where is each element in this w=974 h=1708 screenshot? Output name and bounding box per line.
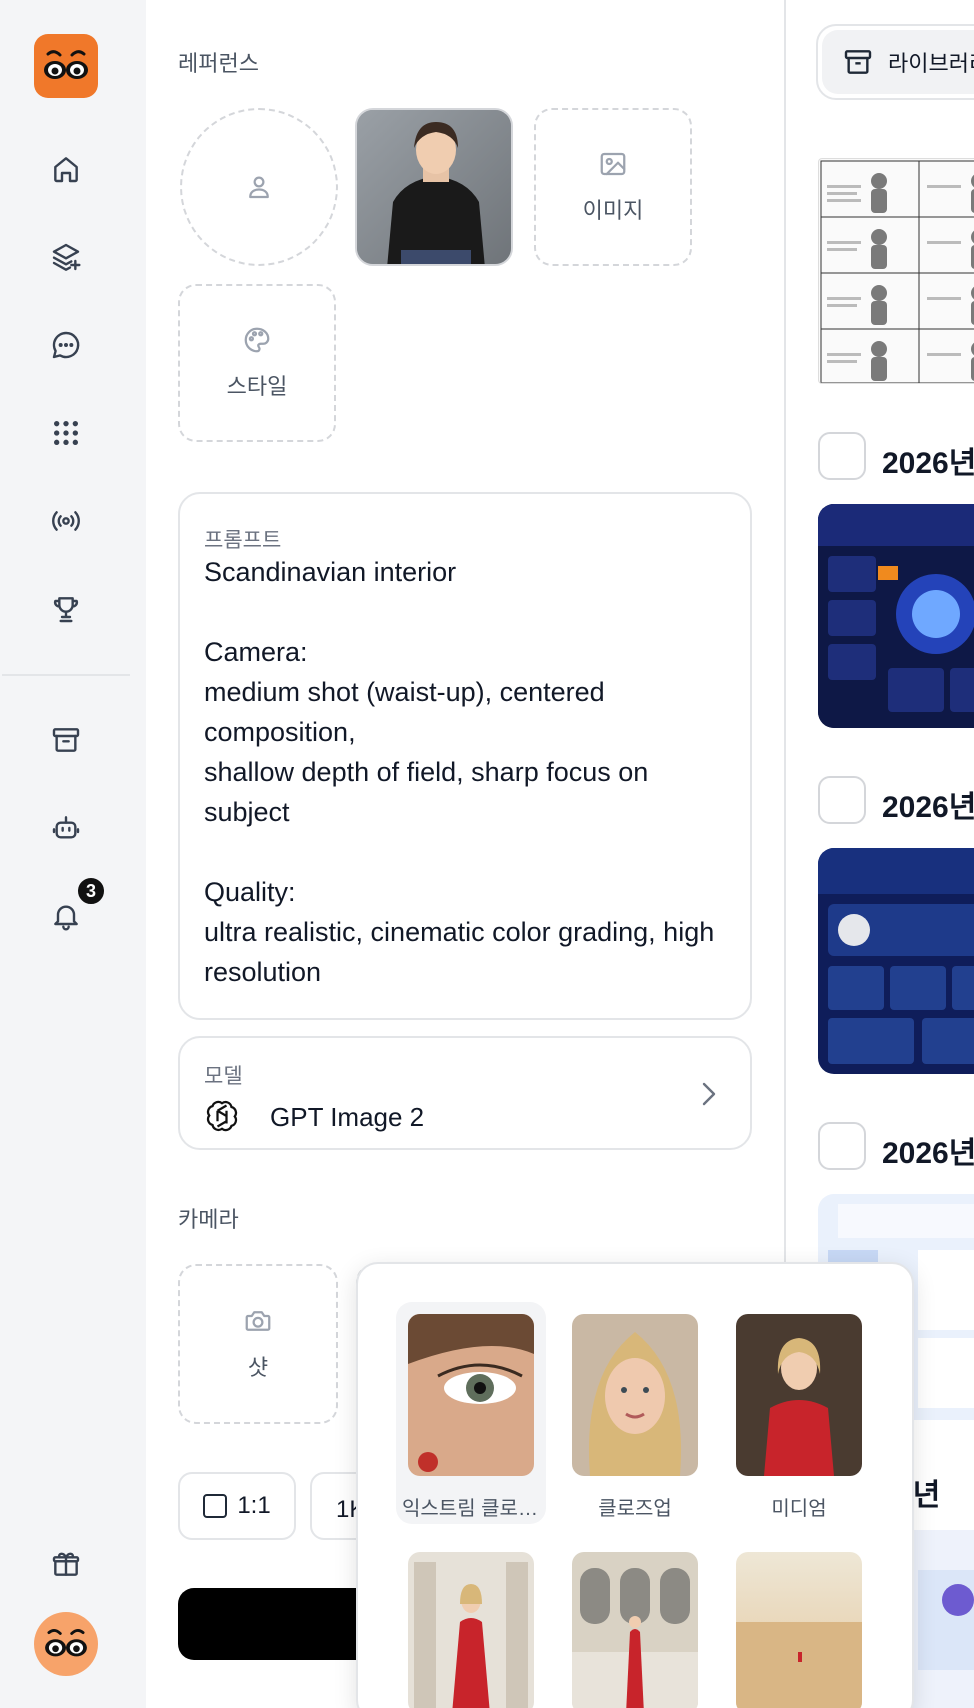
prompt-text[interactable]: Scandinavian interior Camera: medium sho… (204, 552, 734, 992)
palette-icon (244, 327, 270, 353)
library-row-checkbox[interactable] (818, 432, 866, 480)
extreme-wide-thumb (736, 1552, 862, 1708)
style-reference-label: 스타일 (226, 374, 288, 399)
library-button-label: 라이브러리 (888, 51, 974, 76)
shot-option-wide[interactable] (560, 1540, 710, 1708)
archive-icon (844, 50, 872, 74)
library-button[interactable]: 라이브러리 (816, 24, 974, 100)
model-selector[interactable]: 모델 GPT Image 2 (178, 1036, 752, 1150)
shot-picker-popup: 익스트림 클로즈업 클로즈업 미디엄 (356, 1262, 914, 1708)
bot-icon[interactable] (46, 808, 86, 848)
reference-photo[interactable] (355, 108, 513, 266)
shot-option-label: 클로즈업 (598, 1498, 672, 1520)
square-ratio-icon (203, 1494, 228, 1518)
app-logo[interactable] (34, 34, 98, 98)
image-icon (600, 152, 626, 176)
notification-badge: 3 (76, 876, 106, 906)
broadcast-icon[interactable] (46, 501, 86, 541)
prompt-label: 프롬프트 (204, 529, 282, 552)
shot-option-full[interactable] (396, 1540, 546, 1708)
chat-icon[interactable] (46, 325, 86, 365)
library-row-title: 2026년 (882, 447, 974, 480)
layers-plus-icon[interactable] (46, 237, 86, 277)
shot-label: 샷 (247, 1355, 269, 1380)
sidebar-divider (2, 674, 130, 676)
wide-shot-thumb (572, 1552, 698, 1708)
library-row-title: 2026년 (882, 1137, 974, 1170)
image-reference-label: 이미지 (582, 198, 644, 223)
full-shot-thumb (408, 1552, 534, 1708)
gift-icon[interactable] (46, 1544, 86, 1584)
camera-title: 카메라 (178, 1207, 239, 1232)
model-label: 모델 (204, 1065, 243, 1088)
extreme-closeup-thumb (408, 1314, 534, 1476)
archive-icon[interactable] (46, 720, 86, 760)
model-name: GPT Image 2 (270, 1102, 425, 1132)
user-avatar[interactable] (34, 1612, 98, 1676)
library-image-ai-news[interactable] (818, 504, 974, 728)
avatar-eyes-icon (45, 1629, 87, 1657)
sidebar: 3 (0, 0, 146, 1708)
closeup-thumb (572, 1314, 698, 1476)
shot-option-extreme-wide[interactable] (724, 1540, 874, 1708)
prompt-field[interactable]: 프롬프트 Scandinavian interior Camera: mediu… (178, 492, 752, 1020)
library-row-checkbox[interactable] (818, 1122, 866, 1170)
trophy-icon[interactable] (46, 589, 86, 629)
library-row-checkbox[interactable] (818, 776, 866, 824)
chevron-right-icon (702, 1082, 716, 1106)
shot-option-label: 익스트림 클로즈업 (402, 1498, 546, 1520)
eyes-logo-icon (44, 50, 88, 79)
medium-thumb (736, 1314, 862, 1476)
reference-title: 레퍼런스 (178, 51, 259, 76)
aspect-ratio-value: 1:1 (237, 1492, 271, 1519)
shot-option-extreme-closeup[interactable]: 익스트림 클로즈업 (396, 1302, 546, 1524)
add-character-reference[interactable] (180, 108, 338, 266)
library-image-storyboard[interactable] (818, 158, 974, 384)
shot-selector[interactable]: 샷 (178, 1264, 338, 1424)
shot-option-medium[interactable]: 미디엄 (724, 1302, 874, 1524)
apps-grid-icon[interactable] (46, 413, 86, 453)
camera-icon (245, 1311, 271, 1331)
woman-portrait-image (357, 110, 511, 264)
home-icon[interactable] (46, 149, 86, 189)
person-icon (249, 176, 269, 199)
openai-icon (206, 1100, 238, 1132)
add-style-reference[interactable]: 스타일 (178, 284, 336, 442)
library-image-weekly-ai[interactable] (818, 848, 974, 1074)
aspect-ratio-button[interactable]: 1:1 (178, 1472, 296, 1540)
shot-option-label: 미디엄 (771, 1498, 827, 1520)
library-row-title: 2026년 (882, 791, 974, 824)
shot-option-closeup[interactable]: 클로즈업 (560, 1302, 710, 1524)
add-image-reference[interactable]: 이미지 (534, 108, 692, 266)
